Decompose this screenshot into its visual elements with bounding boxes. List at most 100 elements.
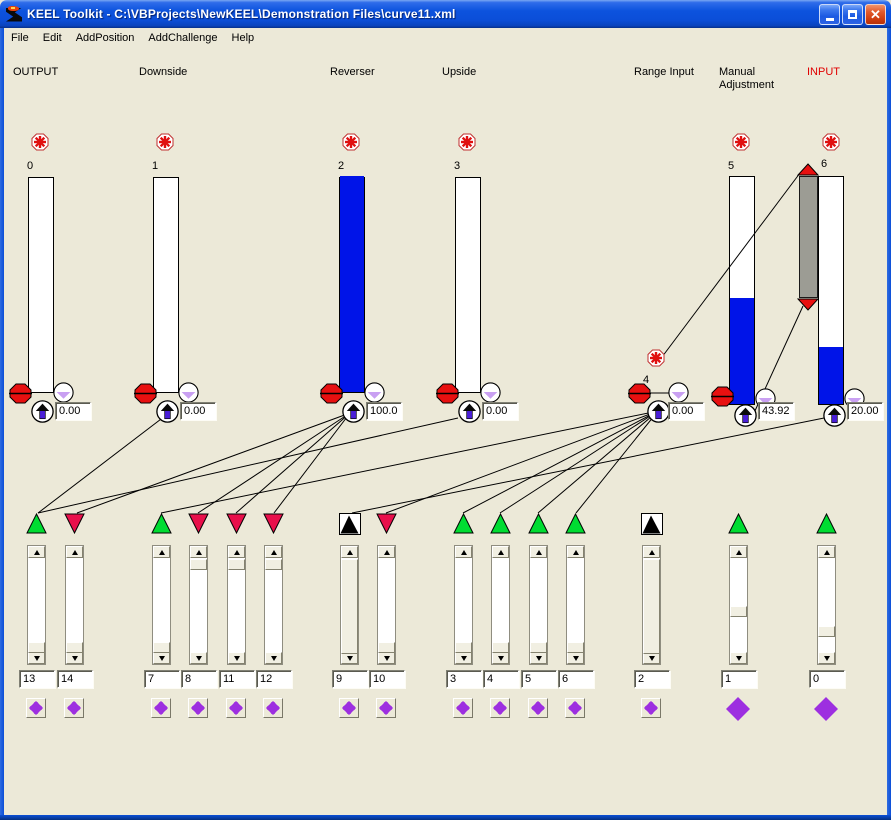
slider-scrollbar[interactable] — [152, 545, 171, 665]
up-arrow-icon[interactable] — [823, 404, 846, 427]
scrollbar-down-button[interactable] — [455, 652, 472, 664]
diamond-button[interactable] — [453, 698, 473, 718]
scrollbar-thumb[interactable] — [643, 559, 660, 654]
slider-direction-icon[interactable] — [528, 513, 549, 534]
slider-scrollbar[interactable] — [264, 545, 283, 665]
challenge-starburst-icon[interactable] — [647, 349, 665, 367]
gauge-value-field[interactable]: 100.0 — [366, 402, 402, 420]
menu-addchallenge[interactable]: AddChallenge — [141, 30, 224, 46]
diamond-button[interactable] — [528, 698, 548, 718]
gauge-value-field[interactable]: 0.00 — [180, 402, 216, 420]
up-arrow-icon[interactable] — [734, 404, 757, 427]
diamond-marker[interactable] — [813, 696, 839, 722]
slider-scrollbar[interactable] — [227, 545, 246, 665]
close-button[interactable]: ✕ — [865, 4, 886, 25]
challenge-starburst-icon[interactable] — [156, 133, 174, 151]
scrollbar-up-button[interactable] — [28, 546, 45, 558]
slider-value-field[interactable]: 0 — [809, 670, 845, 688]
up-arrow-icon[interactable] — [342, 400, 365, 423]
slider-value-field[interactable]: 11 — [219, 670, 255, 688]
diamond-button[interactable] — [490, 698, 510, 718]
down-indicator-icon[interactable] — [178, 382, 199, 403]
diamond-button[interactable] — [64, 698, 84, 718]
scrollbar-up-button[interactable] — [341, 546, 358, 558]
slider-value-field[interactable]: 10 — [369, 670, 405, 688]
slider-value-field[interactable]: 5 — [521, 670, 557, 688]
scrollbar-thumb[interactable] — [818, 626, 835, 637]
slider-scrollbar[interactable] — [817, 545, 836, 665]
down-indicator-icon[interactable] — [668, 382, 689, 403]
maximize-button[interactable] — [842, 4, 863, 25]
gauge-bar[interactable] — [455, 177, 481, 393]
scrollbar-up-button[interactable] — [492, 546, 509, 558]
slider-value-field[interactable]: 8 — [181, 670, 217, 688]
slider-direction-icon[interactable] — [728, 513, 749, 534]
scrollbar-up-button[interactable] — [153, 546, 170, 558]
challenge-starburst-icon[interactable] — [31, 133, 49, 151]
range-top-marker-icon[interactable] — [797, 163, 819, 176]
up-arrow-icon[interactable] — [647, 400, 670, 423]
slider-direction-icon[interactable] — [26, 513, 47, 534]
scrollbar-up-button[interactable] — [567, 546, 584, 558]
down-indicator-icon[interactable] — [480, 382, 501, 403]
slider-scrollbar[interactable] — [529, 545, 548, 665]
slider-direction-icon[interactable] — [490, 513, 511, 534]
gauge-bar[interactable] — [818, 176, 844, 405]
gauge-value-field[interactable]: 0.00 — [482, 402, 518, 420]
slider-value-field[interactable]: 14 — [57, 670, 93, 688]
slider-direction-icon[interactable] — [188, 513, 209, 534]
scrollbar-up-button[interactable] — [730, 546, 747, 558]
scrollbar-down-button[interactable] — [265, 652, 282, 664]
menu-addposition[interactable]: AddPosition — [69, 30, 142, 46]
scrollbar-down-button[interactable] — [378, 652, 395, 664]
slider-value-field[interactable]: 2 — [634, 670, 670, 688]
slider-direction-icon[interactable] — [64, 513, 85, 534]
diamond-button[interactable] — [339, 698, 359, 718]
gauge-value-field[interactable]: 43.92 — [758, 402, 794, 420]
slider-scrollbar[interactable] — [189, 545, 208, 665]
slider-direction-icon[interactable] — [565, 513, 586, 534]
scrollbar-down-button[interactable] — [228, 652, 245, 664]
scrollbar-up-button[interactable] — [190, 546, 207, 558]
scrollbar-up-button[interactable] — [643, 546, 660, 558]
gauge-bar[interactable] — [339, 177, 365, 393]
challenge-starburst-icon[interactable] — [458, 133, 476, 151]
stop-octagon-icon[interactable] — [320, 383, 343, 404]
slider-direction-icon[interactable] — [151, 513, 172, 534]
scrollbar-down-button[interactable] — [153, 652, 170, 664]
menu-file[interactable]: File — [4, 30, 36, 46]
slider-scrollbar[interactable] — [454, 545, 473, 665]
diamond-button[interactable] — [26, 698, 46, 718]
scrollbar-thumb[interactable] — [153, 642, 170, 653]
diamond-button[interactable] — [263, 698, 283, 718]
gauge-bar[interactable] — [28, 177, 54, 393]
challenge-starburst-icon[interactable] — [822, 133, 840, 151]
scrollbar-down-button[interactable] — [818, 652, 835, 664]
up-arrow-icon[interactable] — [156, 400, 179, 423]
stop-octagon-icon[interactable] — [711, 386, 734, 407]
scrollbar-thumb[interactable] — [66, 642, 83, 653]
scrollbar-thumb[interactable] — [567, 642, 584, 653]
scrollbar-thumb[interactable] — [378, 642, 395, 653]
slider-value-field[interactable]: 9 — [332, 670, 368, 688]
slider-direction-icon[interactable] — [641, 513, 663, 535]
gauge-bar[interactable] — [729, 176, 755, 405]
scrollbar-thumb[interactable] — [730, 606, 747, 617]
stop-octagon-icon[interactable] — [9, 383, 32, 404]
gauge-value-field[interactable]: 0.00 — [668, 402, 704, 420]
slider-direction-icon[interactable] — [816, 513, 837, 534]
scrollbar-up-button[interactable] — [66, 546, 83, 558]
scrollbar-thumb[interactable] — [228, 559, 245, 570]
down-indicator-icon[interactable] — [364, 382, 385, 403]
scrollbar-down-button[interactable] — [28, 652, 45, 664]
range-gray-bar[interactable] — [799, 176, 818, 298]
challenge-starburst-icon[interactable] — [342, 133, 360, 151]
slider-scrollbar[interactable] — [340, 545, 359, 665]
scrollbar-down-button[interactable] — [492, 652, 509, 664]
scrollbar-up-button[interactable] — [530, 546, 547, 558]
scrollbar-down-button[interactable] — [530, 652, 547, 664]
scrollbar-down-button[interactable] — [567, 652, 584, 664]
scrollbar-thumb[interactable] — [530, 642, 547, 653]
menu-edit[interactable]: Edit — [36, 30, 69, 46]
slider-value-field[interactable]: 12 — [256, 670, 292, 688]
